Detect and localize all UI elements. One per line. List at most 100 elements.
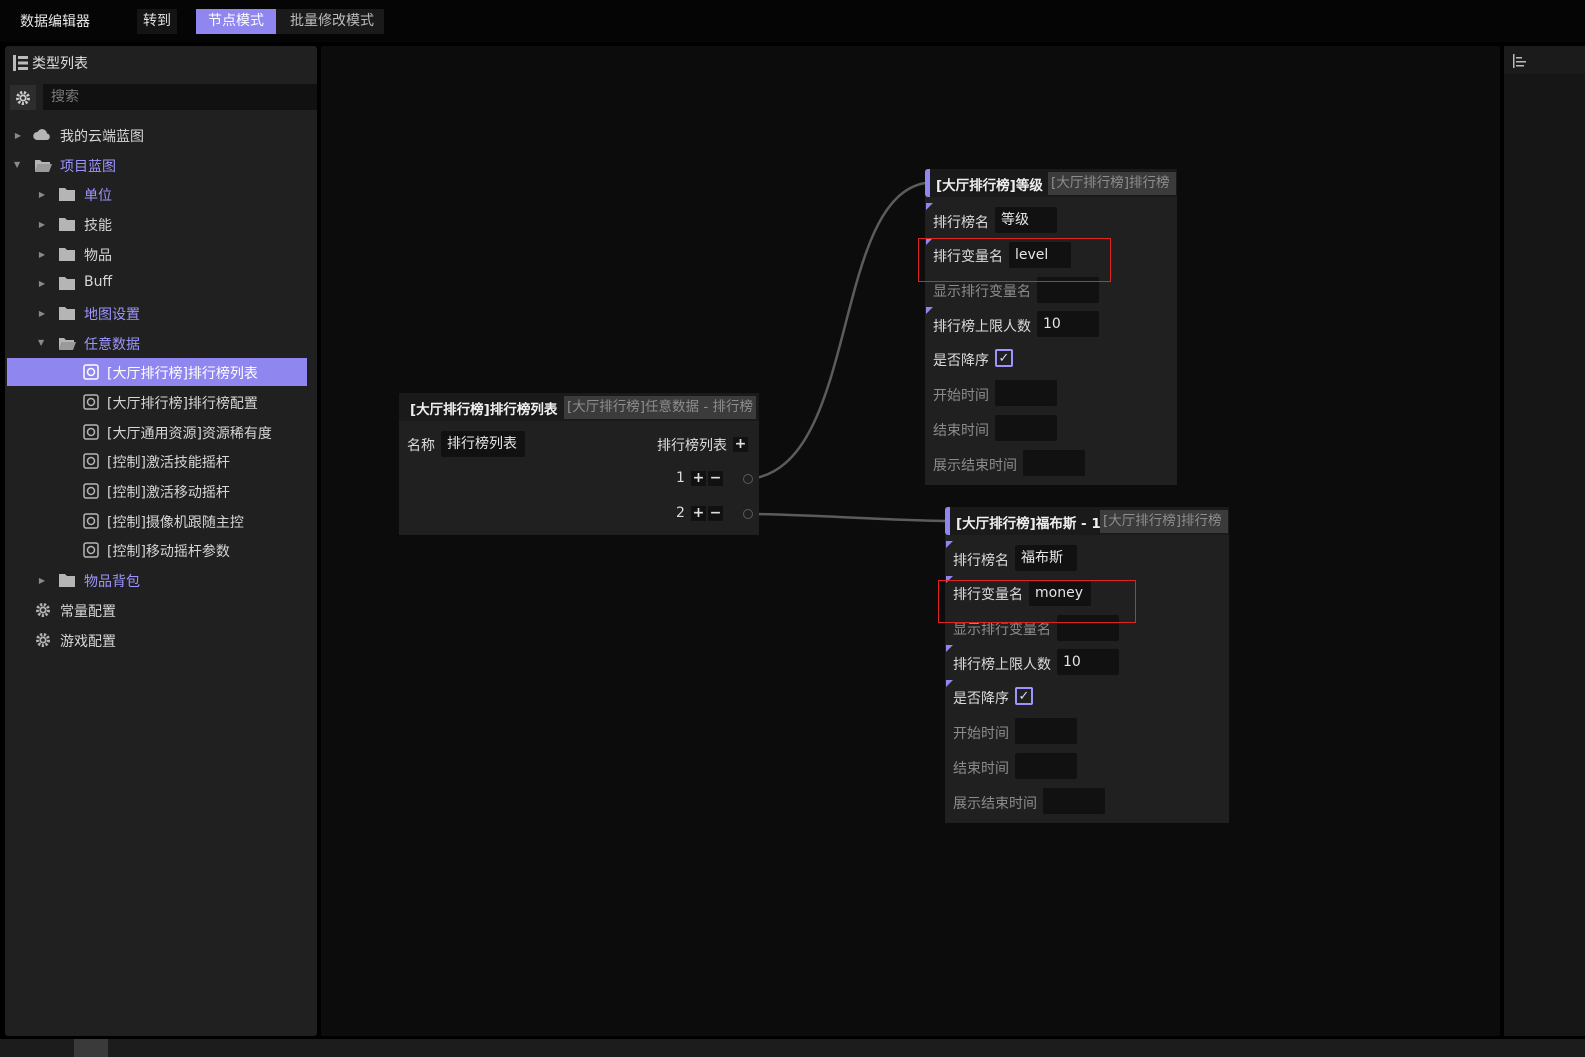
tree-item-game-config[interactable]: 游戏配置 — [5, 626, 317, 654]
leaderboard-list-node[interactable]: [大厅排行榜]排行榜列表 [大厅排行榜]任意数据 - 排行榜 名称 排行榜列表 … — [399, 393, 759, 535]
tree-item-arbitrary-data[interactable]: ▶ 任意数据 — [5, 329, 317, 357]
tree-item-joystick-params[interactable]: [控制]移动摇杆参数 — [5, 536, 317, 564]
chevron-right-icon[interactable]: ▶ — [37, 249, 47, 259]
chevron-right-icon[interactable]: ▶ — [37, 189, 47, 199]
align-left-icon[interactable] — [1512, 53, 1528, 69]
data-icon — [81, 452, 101, 470]
tree-item-label: 任意数据 — [84, 337, 140, 353]
limit-field[interactable]: 10 — [1057, 649, 1119, 675]
node-type-badge: [大厅排行榜]任意数据 - 排行榜 — [564, 396, 756, 419]
descending-checkbox[interactable]: ✓ — [1015, 687, 1033, 705]
batch-edit-mode-tab[interactable]: 批量修改模式 — [282, 9, 382, 34]
tree-item-label: [控制]激活移动摇杆 — [107, 485, 230, 501]
rank-name-field[interactable]: 福布斯 — [1015, 545, 1077, 571]
tree-item-label: 地图设置 — [84, 307, 140, 323]
tree-item-buff[interactable]: ▶ Buff — [5, 269, 317, 297]
show-end-time-field[interactable] — [1043, 788, 1105, 814]
output-port[interactable] — [743, 474, 753, 484]
tree-item-skill-joystick[interactable]: [控制]激活技能摇杆 — [5, 447, 317, 475]
tree-item-units[interactable]: ▶ 单位 — [5, 180, 317, 208]
tree-item-camera-follow[interactable]: [控制]摄像机跟随主控 — [5, 507, 317, 535]
node-header[interactable]: [大厅排行榜]等级 [大厅排行榜]排行榜 — [925, 169, 1177, 197]
chevron-right-icon[interactable]: ▶ — [37, 219, 47, 229]
gear-icon — [14, 89, 32, 107]
start-time-field[interactable] — [995, 380, 1057, 406]
data-icon — [81, 393, 101, 411]
highlight-box — [938, 580, 1136, 623]
tree-item-resource-rarity[interactable]: [大厅通用资源]资源稀有度 — [5, 418, 317, 446]
input-pin[interactable] — [925, 169, 930, 197]
row-index: 2 — [676, 505, 685, 521]
tree-item-constant-config[interactable]: 常量配置 — [5, 596, 317, 624]
input-pin[interactable] — [945, 507, 950, 535]
data-icon — [81, 512, 101, 530]
settings-button[interactable] — [10, 85, 36, 110]
highlight-box — [918, 238, 1111, 282]
gear-icon — [33, 631, 53, 649]
tree-item-project-blueprints[interactable]: ▶ 项目蓝图 — [5, 151, 317, 179]
right-panel — [1504, 46, 1585, 1036]
tree-item-label: [控制]摄像机跟随主控 — [107, 515, 244, 531]
tree-item-skills[interactable]: ▶ 技能 — [5, 210, 317, 238]
list-label: 排行榜列表 — [657, 438, 727, 454]
node-title: [大厅排行榜]福布斯 - 1 — [956, 516, 1101, 532]
leaderboard-level-node[interactable]: [大厅排行榜]等级 [大厅排行榜]排行榜 排行榜名 等级 排行变量名 level… — [925, 169, 1177, 485]
tree-item-move-joystick[interactable]: [控制]激活移动摇杆 — [5, 477, 317, 505]
folder-icon — [57, 215, 77, 233]
node-canvas[interactable] — [321, 46, 1500, 1036]
remove-row-button[interactable]: − — [708, 506, 723, 521]
tree-item-label: [大厅通用资源]资源稀有度 — [107, 426, 272, 442]
search-input[interactable] — [43, 84, 317, 110]
node-type-badge: [大厅排行榜]排行榜 — [1100, 510, 1228, 533]
tree-item-label: [控制]移动摇杆参数 — [107, 544, 230, 560]
end-time-field[interactable] — [995, 415, 1057, 441]
name-field[interactable]: 排行榜列表 — [441, 431, 525, 457]
field-pin[interactable] — [946, 541, 953, 548]
tree-item-label: 项目蓝图 — [60, 159, 116, 175]
chevron-down-icon[interactable]: ▶ — [37, 338, 47, 348]
tree-item-label: 技能 — [84, 218, 112, 234]
add-row-button[interactable]: + — [691, 471, 706, 486]
mode-switcher: 节点模式 批量修改模式 — [196, 9, 384, 34]
tree-item-label: 物品背包 — [84, 574, 140, 590]
leaderboard-money-node[interactable]: [大厅排行榜]福布斯 - 1 [大厅排行榜]排行榜 排行榜名 福布斯 排行变量名… — [945, 507, 1229, 823]
rank-name-field[interactable]: 等级 — [995, 207, 1057, 233]
show-end-time-field[interactable] — [1023, 450, 1085, 476]
field-pin[interactable] — [946, 680, 953, 687]
bottom-scrollbar[interactable] — [0, 1039, 1585, 1057]
node-mode-tab[interactable]: 节点模式 — [196, 9, 276, 34]
node-type-badge: [大厅排行榜]排行榜 — [1048, 172, 1176, 195]
field-pin[interactable] — [946, 645, 953, 652]
limit-field[interactable]: 10 — [1037, 311, 1099, 337]
tree-item-cloud-blueprints[interactable]: ▶ 我的云端蓝图 — [5, 121, 317, 149]
chevron-right-icon[interactable]: ▶ — [37, 308, 47, 318]
descending-checkbox[interactable]: ✓ — [995, 349, 1013, 367]
show-end-time-label: 展示结束时间 — [933, 458, 1017, 474]
search-row — [10, 84, 317, 111]
chevron-down-icon[interactable]: ▶ — [13, 160, 23, 170]
start-time-field[interactable] — [1015, 718, 1077, 744]
tree-item-items[interactable]: ▶ 物品 — [5, 240, 317, 268]
goto-button[interactable]: 转到 — [137, 9, 177, 34]
node-header[interactable]: [大厅排行榜]排行榜列表 [大厅排行榜]任意数据 - 排行榜 — [399, 393, 759, 421]
rank-name-label: 排行榜名 — [953, 553, 1009, 569]
tree-item-map-settings[interactable]: ▶ 地图设置 — [5, 299, 317, 327]
descending-label: 是否降序 — [953, 691, 1009, 707]
chevron-right-icon[interactable]: ▶ — [13, 130, 23, 140]
chevron-right-icon[interactable]: ▶ — [37, 278, 47, 288]
tree-item-leaderboard-config[interactable]: [大厅排行榜]排行榜配置 — [5, 388, 317, 416]
chevron-right-icon[interactable]: ▶ — [37, 575, 47, 585]
tree-item-leaderboard-list[interactable]: [大厅排行榜]排行榜列表 — [7, 358, 307, 386]
node-header[interactable]: [大厅排行榜]福布斯 - 1 [大厅排行榜]排行榜 — [945, 507, 1229, 535]
field-pin[interactable] — [926, 307, 933, 314]
output-port[interactable] — [743, 509, 753, 519]
remove-row-button[interactable]: − — [708, 471, 723, 486]
add-row-button[interactable]: + — [691, 506, 706, 521]
limit-label: 排行榜上限人数 — [953, 657, 1051, 673]
tree-item-item-bag[interactable]: ▶ 物品背包 — [5, 566, 317, 594]
app-title: 数据编辑器 — [20, 14, 90, 30]
field-pin[interactable] — [926, 203, 933, 210]
add-list-item-button[interactable]: + — [733, 437, 748, 452]
scrollbar-thumb[interactable] — [74, 1039, 108, 1057]
end-time-field[interactable] — [1015, 753, 1077, 779]
